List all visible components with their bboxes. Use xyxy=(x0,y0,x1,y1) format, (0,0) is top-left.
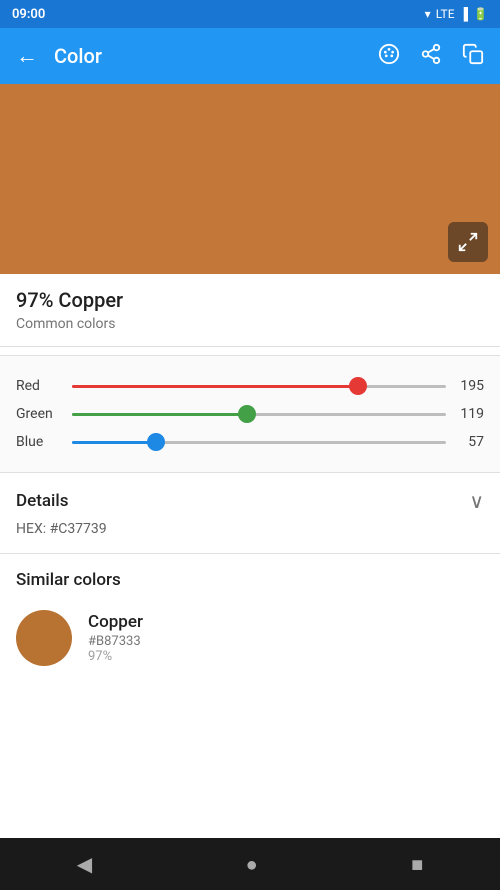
color-swatch xyxy=(16,610,72,666)
nav-recent-button[interactable]: ■ xyxy=(403,844,431,885)
nav-bar: ◀ ● ■ xyxy=(0,838,500,890)
status-icons: ▾ LTE ▐ 🔋 xyxy=(425,7,488,21)
status-time: 09:00 xyxy=(12,7,45,22)
content-area: 97% Copper Common colors Red 195 Green 1… xyxy=(0,274,500,838)
red-slider[interactable] xyxy=(72,376,446,396)
blue-label: Blue xyxy=(16,434,64,450)
similar-colors-section: Similar colors Copper #B87333 97% xyxy=(0,554,500,690)
red-value: 195 xyxy=(454,378,484,394)
color-item-hex: #B87333 xyxy=(88,634,143,649)
expand-button[interactable] xyxy=(448,222,488,262)
red-label: Red xyxy=(16,378,64,394)
app-bar-title: Color xyxy=(54,44,378,68)
similar-colors-title: Similar colors xyxy=(16,570,484,590)
signal-icon: ▐ xyxy=(460,7,469,21)
blue-slider[interactable] xyxy=(72,432,446,452)
green-value: 119 xyxy=(454,406,484,422)
color-item-name: Copper xyxy=(88,612,143,632)
sliders-section: Red 195 Green 119 Blue xyxy=(0,355,500,473)
list-item[interactable]: Copper #B87333 97% xyxy=(16,602,484,674)
wifi-icon: ▾ xyxy=(425,7,431,21)
status-bar: 09:00 ▾ LTE ▐ 🔋 xyxy=(0,0,500,28)
app-bar: ← Color xyxy=(0,28,500,84)
blue-thumb xyxy=(147,433,165,451)
red-thumb xyxy=(349,377,367,395)
red-track-fill xyxy=(72,385,358,388)
color-name-label: 97% Copper xyxy=(16,288,484,312)
color-name-section: 97% Copper Common colors xyxy=(0,274,500,338)
green-slider-row: Green 119 xyxy=(16,404,484,424)
blue-track-fill xyxy=(72,441,156,444)
blue-value: 57 xyxy=(454,434,484,450)
green-track-fill xyxy=(72,413,247,416)
red-slider-row: Red 195 xyxy=(16,376,484,396)
green-label: Green xyxy=(16,406,64,422)
details-section: Details ∨ HEX: #C37739 xyxy=(0,473,500,554)
details-title: Details xyxy=(16,491,68,511)
divider-1 xyxy=(0,346,500,347)
green-slider[interactable] xyxy=(72,404,446,424)
copy-icon[interactable] xyxy=(462,43,484,70)
common-colors-label[interactable]: Common colors xyxy=(16,316,484,332)
nav-back-button[interactable]: ◀ xyxy=(69,844,100,884)
blue-slider-row: Blue 57 xyxy=(16,432,484,452)
color-preview xyxy=(0,84,500,274)
back-button[interactable]: ← xyxy=(16,43,38,69)
chevron-down-icon: ∨ xyxy=(469,489,484,513)
battery-icon: 🔋 xyxy=(473,7,488,21)
color-item-info: Copper #B87333 97% xyxy=(88,612,143,664)
lte-label: LTE xyxy=(436,7,455,21)
green-thumb xyxy=(238,405,256,423)
details-hex: HEX: #C37739 xyxy=(16,521,484,537)
color-item-similarity: 97% xyxy=(88,649,143,664)
details-header[interactable]: Details ∨ xyxy=(16,489,484,513)
app-bar-actions xyxy=(378,43,484,70)
nav-home-button[interactable]: ● xyxy=(238,844,266,885)
palette-icon[interactable] xyxy=(378,43,400,70)
share-icon[interactable] xyxy=(420,43,442,70)
